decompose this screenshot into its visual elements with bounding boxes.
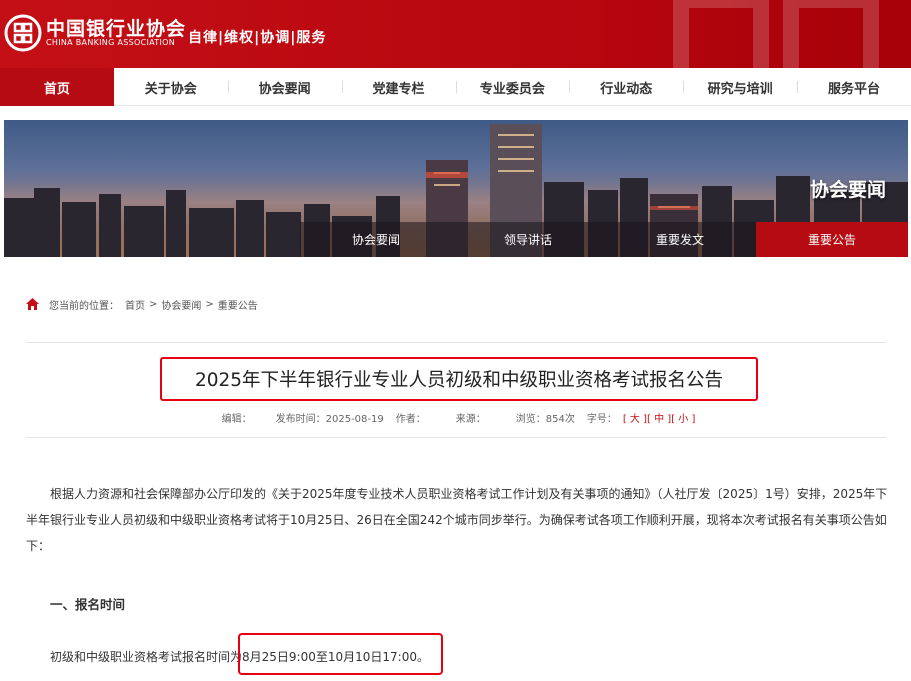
breadcrumb-announcements-link[interactable]: 重要公告 <box>218 297 258 312</box>
main-nav: 首页 关于协会 协会要闻 党建专栏 专业委员会 行业动态 研究与培训 服务平台 <box>0 68 911 106</box>
nav-item-committees[interactable]: 专业委员会 <box>455 68 570 106</box>
article-title: 2025年下半年银行业专业人员初级和中级职业资格考试报名公告 <box>160 357 758 401</box>
banner-title: 协会要闻 <box>809 179 886 201</box>
header-watermark-icon <box>673 0 879 68</box>
subnav-item-speeches[interactable]: 领导讲话 <box>452 222 604 257</box>
nav-item-industry[interactable]: 行业动态 <box>569 68 683 106</box>
font-size-small-button[interactable]: [ 小 ] <box>671 410 695 425</box>
breadcrumb-separator: > <box>149 298 158 310</box>
header-slogan: 自律|维权|协调|服务 <box>188 30 327 46</box>
org-name-cn[interactable]: 中国银行业协会 <box>46 14 186 41</box>
meta-font-size-label: 字号： <box>586 414 617 425</box>
meta-views: 浏览：854次 <box>515 414 575 425</box>
divider <box>26 437 886 438</box>
site-header: 中国银行业协会 CHINA BANKING ASSOCIATION 自律|维权|… <box>0 0 911 68</box>
nav-item-news[interactable]: 协会要闻 <box>227 68 342 106</box>
meta-editor: 编辑： <box>221 414 252 425</box>
nav-item-research[interactable]: 研究与培训 <box>683 68 797 106</box>
article-intro-paragraph: 根据人力资源和社会保障部办公厅印发的《关于2025年度专业技术人员职业资格考试工… <box>26 487 888 553</box>
article-meta: 编辑： 发布时间：2025-08-19 作者： 来源： 浏览：854次 字号： … <box>0 410 911 425</box>
breadcrumb-home-link[interactable]: 首页 <box>125 297 145 312</box>
nav-item-party[interactable]: 党建专栏 <box>341 68 456 106</box>
breadcrumb-separator: > <box>205 298 214 310</box>
cba-logo-icon[interactable] <box>4 14 42 52</box>
font-size-medium-button[interactable]: [ 中 ] <box>647 410 671 425</box>
highlight-box <box>238 633 443 675</box>
breadcrumb-prefix: 您当前的位置： <box>49 300 119 312</box>
subnav-item-announcements[interactable]: 重要公告 <box>756 222 908 257</box>
nav-item-services[interactable]: 服务平台 <box>797 68 911 106</box>
meta-source: 来源： <box>455 414 486 425</box>
meta-author: 作者： <box>395 414 426 425</box>
breadcrumb-news-link[interactable]: 协会要闻 <box>161 297 201 312</box>
subnav-item-documents[interactable]: 重要发文 <box>604 222 756 257</box>
nav-item-home[interactable]: 首页 <box>0 68 114 106</box>
font-size-large-button[interactable]: [ 大 ] <box>623 410 647 425</box>
sub-nav: 协会要闻 领导讲话 重要发文 重要公告 <box>300 222 908 257</box>
divider <box>26 342 886 343</box>
breadcrumb: 您当前的位置： 首页 > 协会要闻 > 重要公告 <box>26 295 258 313</box>
nav-item-about[interactable]: 关于协会 <box>114 68 228 106</box>
subnav-item-news[interactable]: 协会要闻 <box>300 222 452 257</box>
home-icon <box>26 298 39 310</box>
meta-publish-time: 发布时间：2025-08-19 <box>275 414 384 425</box>
section-heading: 一、报名时间 <box>50 597 126 612</box>
org-name-en: CHINA BANKING ASSOCIATION <box>46 38 175 47</box>
